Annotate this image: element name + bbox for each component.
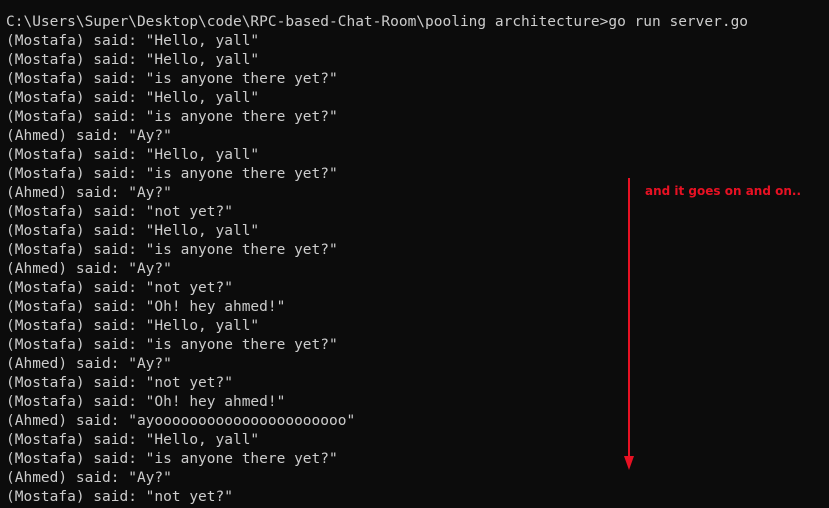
log-line: (Ahmed) said: "Ay?" — [6, 470, 172, 486]
log-line: (Mostafa) said: "Hello, yall" — [6, 52, 260, 68]
log-line: (Mostafa) said: "is anyone there yet?" — [6, 71, 338, 87]
log-line: (Ahmed) said: "ayoooooooooooooooooooooo" — [6, 413, 356, 429]
log-line: (Mostafa) said: "Oh! hey ahmed!" — [6, 394, 286, 410]
log-lines: (Mostafa) said: "Hello, yall" (Mostafa) s… — [6, 32, 748, 507]
log-line: (Mostafa) said: "Hello, yall" — [6, 147, 260, 163]
log-line: (Mostafa) said: "is anyone there yet?" — [6, 451, 338, 467]
terminal-output: C:\Users\Super\Desktop\code\RPC-based-Ch… — [6, 13, 748, 507]
log-line: (Mostafa) said: "not yet?" — [6, 375, 233, 391]
log-line: (Mostafa) said: "is anyone there yet?" — [6, 109, 338, 125]
log-line: (Mostafa) said: "not yet?" — [6, 489, 233, 505]
log-line: (Mostafa) said: "Hello, yall" — [6, 223, 260, 239]
log-line: (Mostafa) said: "Hello, yall" — [6, 90, 260, 106]
log-line: (Mostafa) said: "is anyone there yet?" — [6, 242, 338, 258]
log-line: (Mostafa) said: "Oh! hey ahmed!" — [6, 299, 286, 315]
arrow-down-icon — [624, 178, 634, 470]
log-line: (Ahmed) said: "Ay?" — [6, 261, 172, 277]
log-line: (Mostafa) said: "is anyone there yet?" — [6, 166, 338, 182]
terminal-window[interactable]: C:\Users\Super\Desktop\code\RPC-based-Ch… — [0, 0, 829, 508]
log-line: (Ahmed) said: "Ay?" — [6, 128, 172, 144]
log-line: (Mostafa) said: "Hello, yall" — [6, 432, 260, 448]
log-line: (Mostafa) said: "not yet?" — [6, 280, 233, 296]
log-line: (Mostafa) said: "Hello, yall" — [6, 33, 260, 49]
annotation-text: and it goes on and on.. — [645, 184, 802, 198]
log-line: (Mostafa) said: "Hello, yall" — [6, 318, 260, 334]
command-prompt-line: C:\Users\Super\Desktop\code\RPC-based-Ch… — [6, 14, 749, 30]
log-line: (Mostafa) said: "is anyone there yet?" — [6, 337, 338, 353]
log-line: (Ahmed) said: "Ay?" — [6, 185, 172, 201]
log-line: (Ahmed) said: "Ay?" — [6, 356, 172, 372]
log-line: (Mostafa) said: "not yet?" — [6, 204, 233, 220]
